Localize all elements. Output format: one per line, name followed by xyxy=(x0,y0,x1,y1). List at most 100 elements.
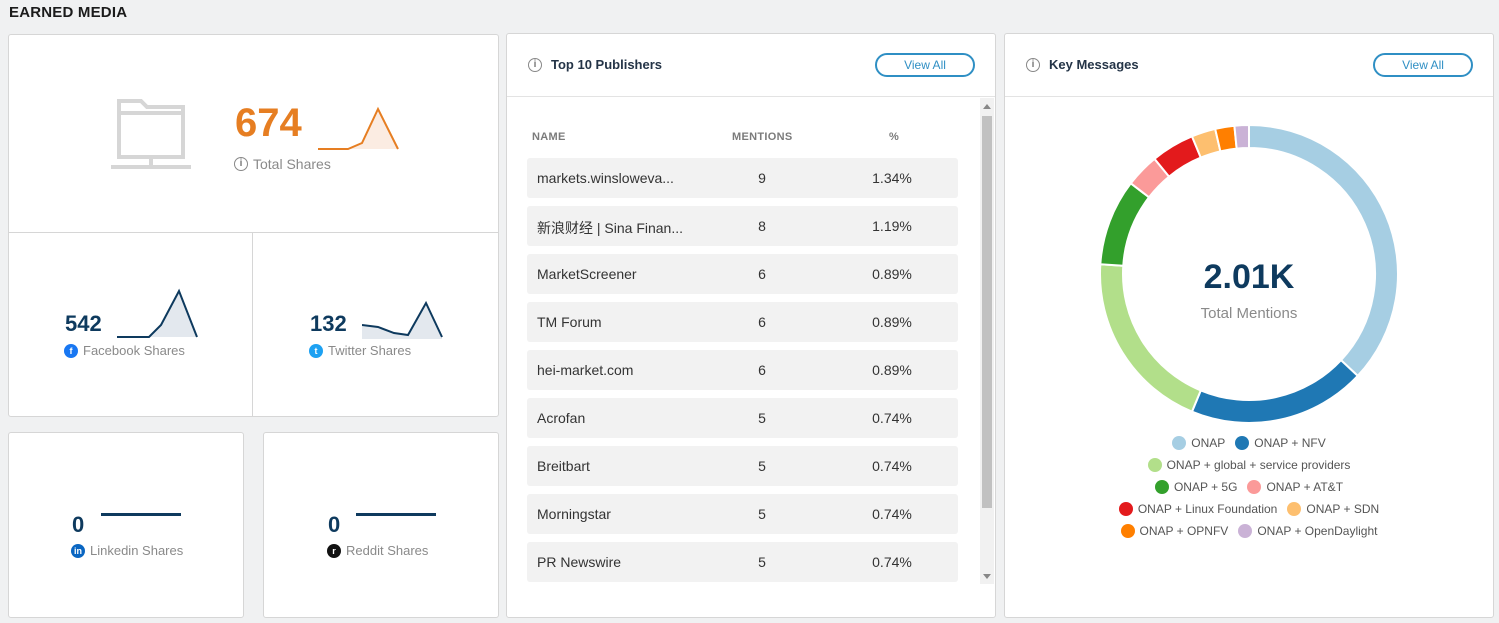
reddit-card: 0 r Reddit Shares xyxy=(263,432,499,618)
publisher-name[interactable]: 新浪财经 | Sina Finan... xyxy=(537,218,702,238)
publisher-name[interactable]: hei-market.com xyxy=(537,362,702,378)
twitter-shares-label: Twitter Shares xyxy=(328,343,412,358)
column-header-mentions[interactable]: MENTIONS xyxy=(732,131,792,143)
table-row[interactable]: MarketScreener 6 0.89% xyxy=(527,254,958,294)
linkedin-label-wrap: in Linkedin Shares xyxy=(71,543,183,558)
donut-slice-onap[interactable] xyxy=(1248,124,1399,378)
reddit-label-wrap: r Reddit Shares xyxy=(327,543,428,558)
publisher-mentions: 5 xyxy=(758,506,766,522)
legend-item[interactable]: ONAP + OPNFV xyxy=(1120,524,1229,538)
reddit-icon: r xyxy=(327,543,341,558)
linkedin-icon: in xyxy=(71,543,85,558)
publisher-name[interactable]: MarketScreener xyxy=(537,266,702,282)
legend-item[interactable]: ONAP xyxy=(1172,436,1225,450)
publisher-percent: 0.89% xyxy=(872,314,912,330)
table-row[interactable]: PR Newswire 5 0.74% xyxy=(527,542,958,582)
table-row[interactable]: Morningstar 5 0.74% xyxy=(527,494,958,534)
legend-dot xyxy=(1287,502,1302,516)
total-shares-value: 674 xyxy=(235,101,302,145)
facebook-shares-label: Facebook Shares xyxy=(83,343,185,358)
publisher-name[interactable]: TM Forum xyxy=(537,314,702,330)
legend-dot xyxy=(1154,480,1169,494)
legend-dot xyxy=(1238,524,1253,538)
panel-title: Top 10 Publishers xyxy=(551,57,663,72)
view-all-button[interactable]: View All xyxy=(1373,53,1473,77)
publisher-mentions: 5 xyxy=(758,410,766,426)
publisher-name[interactable]: Acrofan xyxy=(537,410,702,426)
table-row[interactable]: markets.winsloweva... 9 1.34% xyxy=(527,158,958,198)
publisher-percent: 0.74% xyxy=(872,506,912,522)
twitter-shares-value: 132 xyxy=(310,311,347,336)
column-header-name[interactable]: NAME xyxy=(532,131,566,143)
divider-horizontal xyxy=(9,232,498,233)
legend-label: ONAP + AT&T xyxy=(1266,480,1344,494)
publisher-mentions: 8 xyxy=(758,218,766,234)
table-row[interactable]: hei-market.com 6 0.89% xyxy=(527,350,958,390)
legend-row: ONAP + 5G ONAP + AT&T xyxy=(1005,480,1493,494)
table-row[interactable]: TM Forum 6 0.89% xyxy=(527,302,958,342)
legend-row: ONAP + Linux Foundation ONAP + SDN xyxy=(1005,502,1493,516)
key-messages-card: i Key Messages View All 2.01K Total Ment… xyxy=(1004,33,1494,618)
table-row[interactable]: Acrofan 5 0.74% xyxy=(527,398,958,438)
legend-dot xyxy=(1147,458,1162,472)
table-row[interactable]: 新浪财经 | Sina Finan... 8 1.19% xyxy=(527,206,958,246)
info-icon[interactable]: i xyxy=(528,58,542,72)
total-shares-label: Total Shares xyxy=(253,156,331,172)
total-shares-label-wrap: i Total Shares xyxy=(234,156,331,172)
publisher-name[interactable]: markets.winsloweva... xyxy=(537,170,702,186)
legend-item[interactable]: ONAP + NFV xyxy=(1235,436,1326,450)
facebook-icon: f xyxy=(64,343,78,358)
legend-item[interactable]: ONAP + 5G xyxy=(1154,480,1238,494)
donut-slice-onap-5g[interactable] xyxy=(1099,181,1151,267)
publisher-name[interactable]: PR Newswire xyxy=(537,554,702,570)
facebook-label-wrap: f Facebook Shares xyxy=(64,343,185,358)
legend-row: ONAP ONAP + NFV xyxy=(1005,436,1493,450)
twitter-icon: t xyxy=(309,343,323,358)
legend-item[interactable]: ONAP + Linux Foundation xyxy=(1118,502,1277,516)
donut-center-value: 2.01K xyxy=(1203,258,1295,296)
scroll-down-arrow-icon[interactable] xyxy=(983,574,991,579)
donut-slice-onap-opendaylight[interactable] xyxy=(1233,124,1250,150)
view-all-button[interactable]: View All xyxy=(875,53,975,77)
publisher-percent: 0.74% xyxy=(872,554,912,570)
publisher-percent: 0.89% xyxy=(872,362,912,378)
facebook-sparkline xyxy=(117,288,198,338)
legend-dot xyxy=(1172,436,1187,450)
publisher-mentions: 6 xyxy=(758,266,766,282)
total-shares-card: 674 i Total Shares 542 f Facebook Shares… xyxy=(8,34,499,417)
column-header-percent[interactable]: % xyxy=(889,131,899,143)
legend-item[interactable]: ONAP + global + service providers xyxy=(1147,458,1351,472)
scroll-up-arrow-icon[interactable] xyxy=(983,104,991,109)
reddit-shares-value: 0 xyxy=(328,512,341,537)
legend-label: ONAP + global + service providers xyxy=(1166,458,1351,472)
publisher-percent: 1.19% xyxy=(872,218,912,234)
publisher-mentions: 9 xyxy=(758,170,766,186)
legend-label: ONAP + 5G xyxy=(1173,480,1238,494)
publisher-name[interactable]: Morningstar xyxy=(537,506,702,522)
legend-dot xyxy=(1247,480,1262,494)
legend-row: ONAP + global + service providers xyxy=(1005,458,1493,472)
legend-label: ONAP + OpenDaylight xyxy=(1257,524,1378,538)
folder-network-icon xyxy=(111,99,191,169)
linkedin-shares-label: Linkedin Shares xyxy=(90,543,184,558)
panel-title: Key Messages xyxy=(1049,57,1139,72)
legend-item[interactable]: ONAP + SDN xyxy=(1287,502,1379,516)
legend-item[interactable]: ONAP + AT&T xyxy=(1247,480,1343,494)
facebook-shares-value: 542 xyxy=(65,311,102,336)
scrollbar[interactable] xyxy=(980,98,994,584)
twitter-label-wrap: t Twitter Shares xyxy=(309,343,411,358)
publisher-mentions: 6 xyxy=(758,362,766,378)
table-row[interactable]: Breitbart 5 0.74% xyxy=(527,446,958,486)
scrollbar-thumb[interactable] xyxy=(982,116,992,508)
twitter-sparkline xyxy=(362,300,443,339)
legend-row: ONAP + OPNFV ONAP + OpenDaylight xyxy=(1005,524,1493,538)
top-publishers-card: i Top 10 Publishers View All NAME MENTIO… xyxy=(506,33,996,618)
publisher-percent: 0.74% xyxy=(872,410,912,426)
info-icon[interactable]: i xyxy=(1026,58,1040,72)
reddit-shares-label: Reddit Shares xyxy=(346,543,429,558)
donut-slice-onap-nfv[interactable] xyxy=(1190,358,1360,424)
legend-label: ONAP + OPNFV xyxy=(1139,524,1229,538)
publisher-name[interactable]: Breitbart xyxy=(537,458,702,474)
legend-item[interactable]: ONAP + OpenDaylight xyxy=(1238,524,1378,538)
total-shares-sparkline xyxy=(318,106,399,150)
